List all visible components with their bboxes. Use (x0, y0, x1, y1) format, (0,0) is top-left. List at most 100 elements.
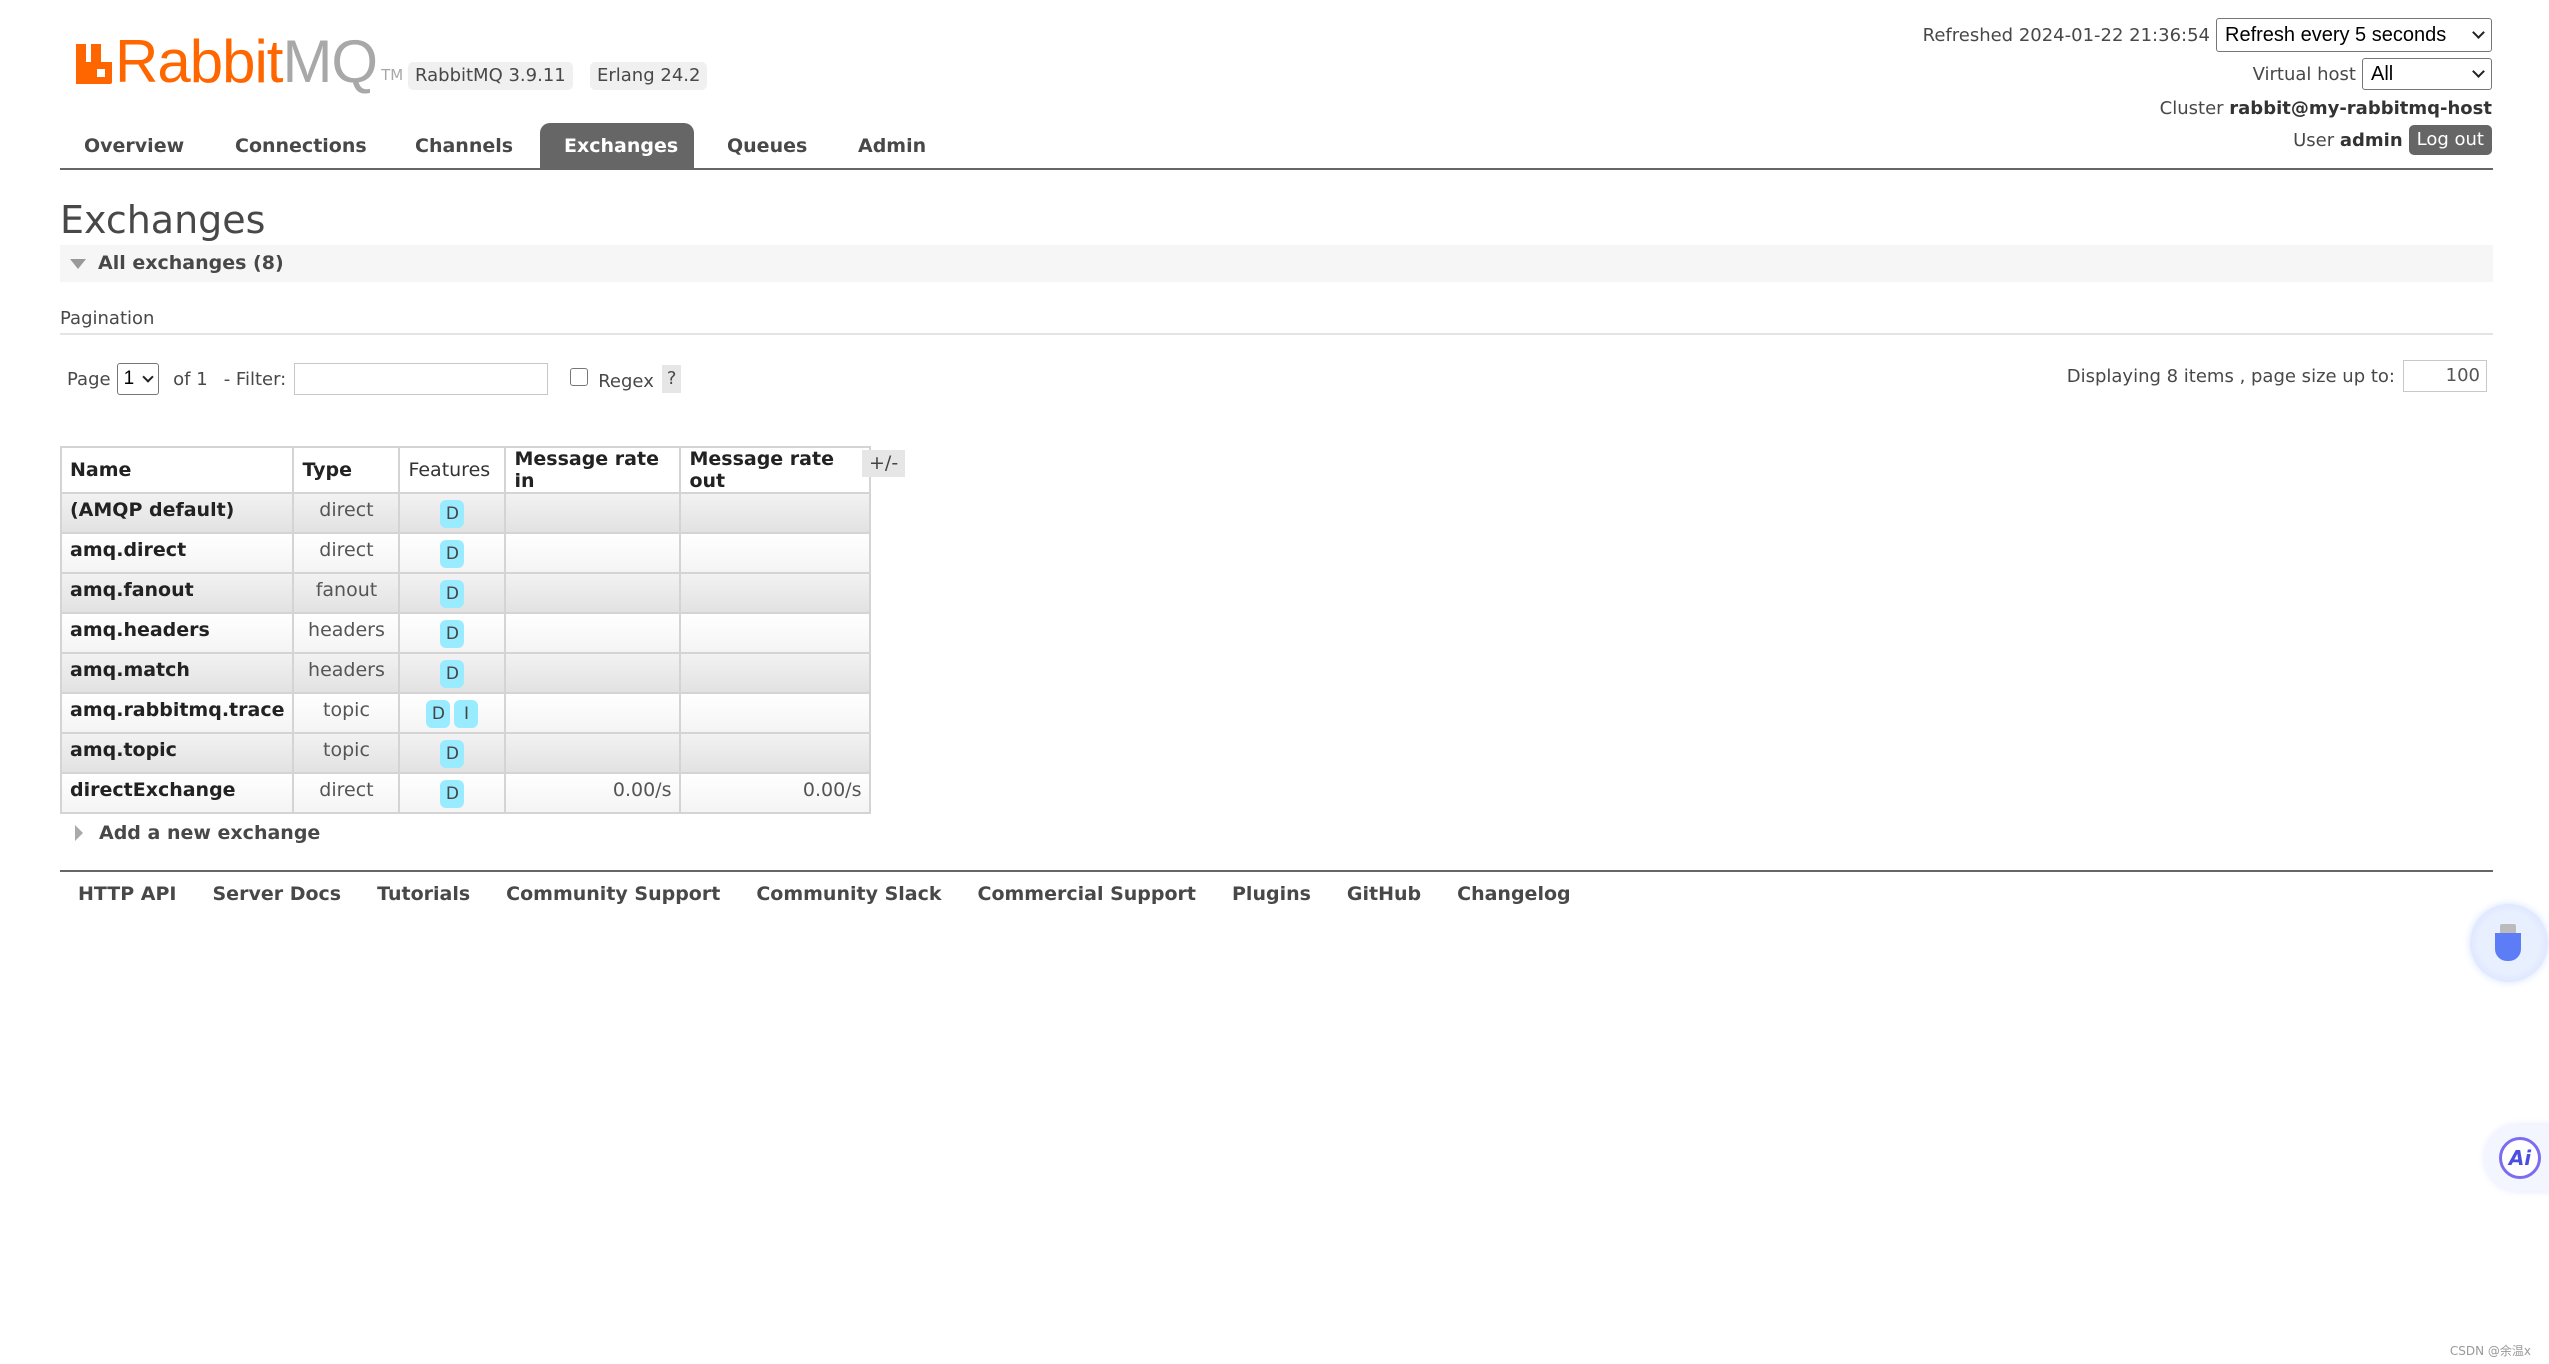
display-info: Displaying 8 items , page size up to: 10… (2067, 360, 2487, 392)
exchange-type: topic (292, 692, 401, 734)
durable-badge: D (440, 580, 465, 608)
vhost-label: Virtual host (2252, 63, 2356, 85)
message-rate-in (504, 612, 682, 654)
column-toggle-button[interactable]: +/- (862, 450, 906, 477)
message-rate-in: 0.00/s (504, 772, 682, 814)
exchange-name-link[interactable]: amq.topic (59, 732, 295, 774)
exchange-features: D (398, 572, 507, 614)
watermark: CSDN @余温x (2449, 1344, 2531, 1358)
rabbitmq-logo[interactable]: Rabbit MQ TM (76, 28, 403, 95)
refreshed-timestamp: Refreshed 2024-01-22 21:36:54 (1922, 24, 2210, 46)
footer-link-tutorials[interactable]: Tutorials (377, 883, 470, 905)
footer-link-http-api[interactable]: HTTP API (78, 883, 177, 905)
message-rate-in (504, 492, 682, 534)
exchange-name-link[interactable]: amq.direct (59, 532, 295, 574)
durable-badge: D (440, 660, 465, 688)
exchange-name-link[interactable]: (AMQP default) (59, 492, 295, 534)
message-rate-in (504, 572, 682, 614)
cluster-label: Cluster (2159, 97, 2224, 119)
footer-link-plugins[interactable]: Plugins (1232, 883, 1311, 905)
table-row: amq.direct direct D (59, 532, 872, 574)
durable-badge: D (440, 540, 465, 568)
tab-channels[interactable]: Channels (391, 123, 537, 170)
table-header-row: Name Type Features Message rate in Messa… (59, 446, 872, 494)
footer-link-community-slack[interactable]: Community Slack (756, 883, 941, 905)
column-header-features: Features (398, 446, 507, 494)
page-size-input[interactable]: 100 (2403, 360, 2487, 392)
exchange-name-link[interactable]: amq.match (59, 652, 295, 694)
message-rate-out (679, 652, 872, 694)
message-rate-in (504, 692, 682, 734)
footer-divider (60, 870, 2493, 872)
footer-link-community-support[interactable]: Community Support (506, 883, 720, 905)
message-rate-in (504, 732, 682, 774)
durable-badge: D (440, 620, 465, 648)
exchange-type: direct (292, 772, 401, 814)
table-row: amq.fanout fanout D (59, 572, 872, 614)
exchange-features: D (398, 612, 507, 654)
page-select[interactable]: 1 (116, 363, 160, 395)
column-header-name[interactable]: Name (59, 446, 295, 494)
chevron-down-icon (2472, 26, 2485, 39)
refresh-interval-select[interactable]: Refresh every 5 seconds (2216, 18, 2492, 52)
page-title: Exchanges (60, 198, 266, 242)
table-row: (AMQP default) direct D (59, 492, 872, 534)
ai-assistant-button[interactable]: Ai (2485, 1125, 2549, 1191)
usb-widget-button[interactable] (2470, 904, 2548, 982)
footer-link-server-docs[interactable]: Server Docs (213, 883, 342, 905)
tab-admin[interactable]: Admin (834, 123, 950, 170)
internal-badge: I (454, 700, 479, 728)
ai-icon: Ai (2499, 1137, 2541, 1179)
filter-label: - Filter: (223, 368, 287, 390)
virtual-host-select[interactable]: All (2362, 58, 2492, 90)
durable-badge: D (440, 500, 465, 528)
add-exchange-label: Add a new exchange (99, 822, 321, 844)
table-row: amq.headers headers D (59, 612, 872, 654)
rabbit-logo-icon (76, 44, 112, 84)
message-rate-in (504, 532, 682, 574)
message-rate-out (679, 732, 872, 774)
exchange-type: direct (292, 532, 401, 574)
filter-input[interactable] (294, 363, 549, 395)
all-exchanges-section-toggle[interactable]: All exchanges (8) (60, 245, 2493, 282)
usb-drive-icon (2495, 933, 2521, 961)
regex-help-button[interactable]: ? (661, 365, 682, 393)
message-rate-out (679, 492, 872, 534)
column-header-rate-in[interactable]: Message rate in (504, 446, 682, 494)
exchange-features: DI (398, 692, 507, 734)
regex-checkbox[interactable] (570, 368, 589, 386)
display-count-label: Displaying 8 items , page size up to: (2066, 365, 2395, 387)
column-header-type[interactable]: Type (292, 446, 401, 494)
exchange-name-link[interactable]: directExchange (59, 772, 295, 814)
table-row: directExchange direct D 0.00/s 0.00/s (59, 772, 872, 814)
footer-link-changelog[interactable]: Changelog (1457, 883, 1570, 905)
add-exchange-section-toggle[interactable]: Add a new exchange (75, 822, 320, 844)
pagination-label: Pagination (60, 308, 155, 329)
tab-overview[interactable]: Overview (60, 123, 208, 170)
pagination-divider (60, 333, 2493, 335)
table-row: amq.topic topic D (59, 732, 872, 774)
message-rate-out (679, 572, 872, 614)
table-row: amq.match headers D (59, 652, 872, 694)
footer-link-commercial-support[interactable]: Commercial Support (978, 883, 1197, 905)
message-rate-out: 0.00/s (679, 772, 872, 814)
durable-badge: D (426, 700, 451, 728)
exchange-type: topic (292, 732, 401, 774)
exchange-name-link[interactable]: amq.rabbitmq.trace (59, 692, 295, 734)
exchange-features: D (398, 652, 507, 694)
exchange-features: D (398, 532, 507, 574)
expand-triangle-icon (75, 825, 83, 841)
tab-queues[interactable]: Queues (703, 123, 831, 170)
exchange-name-link[interactable]: amq.headers (59, 612, 295, 654)
tab-connections[interactable]: Connections (211, 123, 391, 170)
exchange-type: direct (292, 492, 401, 534)
logo-text-mq: MQ (282, 28, 378, 95)
message-rate-out (679, 612, 872, 654)
column-header-rate-out[interactable]: Message rate out (679, 446, 872, 494)
page-count: of 1 (173, 368, 208, 390)
exchange-type: headers (292, 612, 401, 654)
footer-link-github[interactable]: GitHub (1347, 883, 1421, 905)
message-rate-out (679, 532, 872, 574)
exchange-name-link[interactable]: amq.fanout (59, 572, 295, 614)
tab-exchanges[interactable]: Exchanges (540, 123, 694, 170)
